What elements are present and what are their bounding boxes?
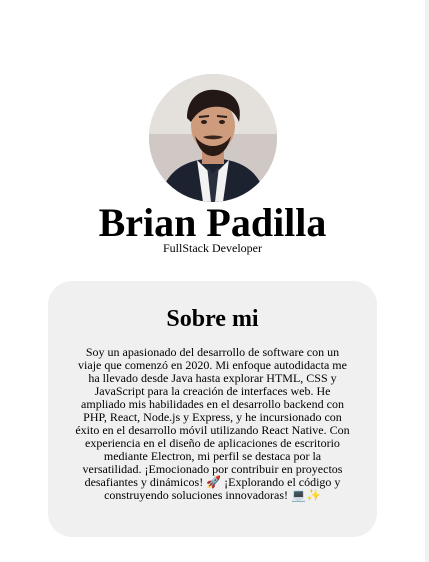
about-card: Sobre mi Soy un apasionado del desarroll… xyxy=(48,281,377,537)
about-text: Soy un apasionado del desarrollo de soft… xyxy=(75,345,350,502)
profile-role: FullStack Developer xyxy=(163,241,262,255)
profile-name: Brian Padilla xyxy=(98,200,327,245)
about-title: Sobre mi xyxy=(166,306,259,332)
avatar-photo xyxy=(149,74,277,202)
avatar xyxy=(149,74,277,202)
page-scroll-edge xyxy=(425,0,429,562)
